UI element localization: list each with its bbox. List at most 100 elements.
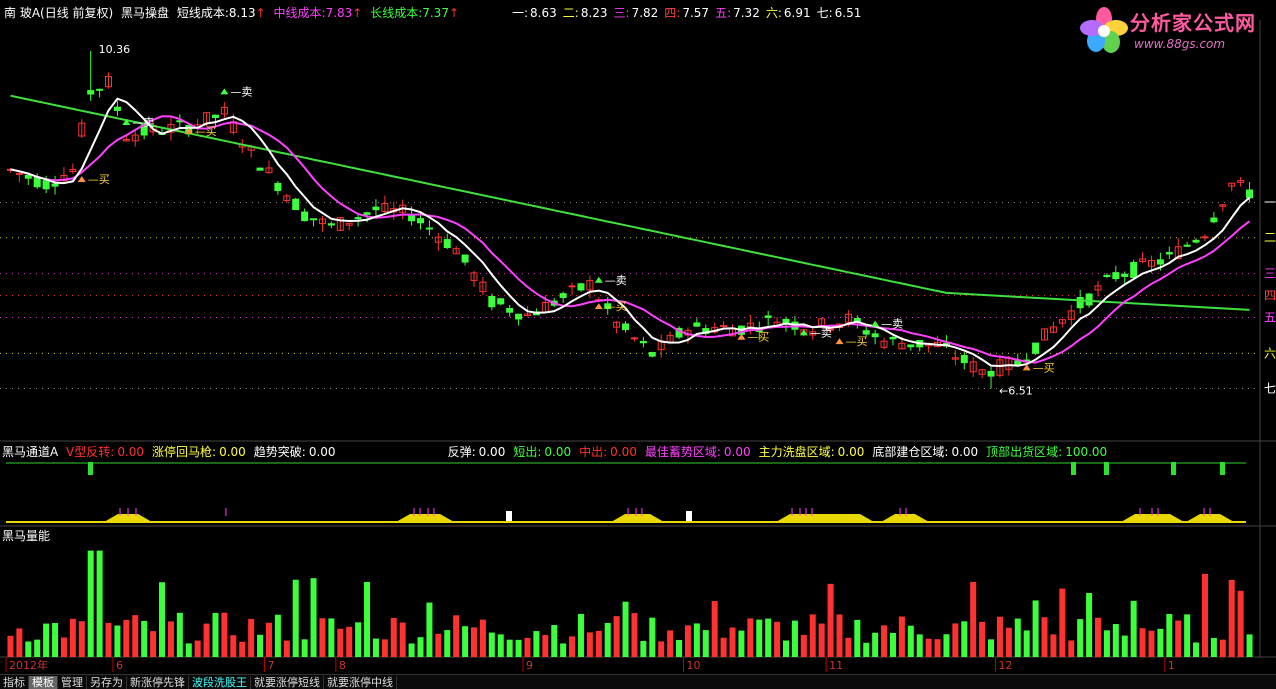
volume-bar (132, 615, 139, 657)
channel-stat-value: 0.00 (837, 445, 865, 459)
volume-bar (381, 639, 388, 657)
mid-cost-value: 7.83 (325, 6, 353, 20)
tab-0[interactable]: 指标 (0, 676, 29, 689)
down-candle (648, 352, 656, 357)
volume-bar (194, 640, 201, 657)
volume-bar (221, 612, 228, 657)
volume-bar (854, 619, 861, 657)
volume-bar (497, 634, 504, 657)
down-candle (889, 336, 897, 340)
level-label: 三 (1264, 267, 1276, 281)
signal-bar (1071, 462, 1076, 475)
channel-stat-9: 顶部出货区域: 100.00 (986, 445, 1111, 459)
level-key: 七: (816, 6, 833, 20)
x-tick-label: 9 (526, 659, 533, 672)
down-candle (425, 227, 433, 230)
buy-signal-label: —买 (747, 331, 769, 344)
volume-bar (43, 623, 50, 657)
down-candle (408, 214, 416, 222)
volume-bar (1041, 617, 1048, 657)
tab-2[interactable]: 管理 (58, 676, 87, 689)
channel-stat-2: 趋势突破: 0.00 (254, 445, 340, 459)
volume-bar (791, 620, 798, 657)
volume-bar (399, 622, 406, 657)
mid-cost-label: 中线成本: (273, 6, 326, 20)
volume-panel-header: 黑马量能 (2, 528, 54, 544)
volume-bar (996, 616, 1003, 657)
volume-bar (16, 628, 23, 657)
volume-bar (283, 640, 290, 657)
down-candle (1183, 244, 1191, 247)
volume-bar (872, 632, 879, 657)
volume-bar (479, 619, 486, 657)
level-value: 6.91 (783, 6, 811, 20)
x-tick-label: 11 (829, 659, 843, 672)
volume-bar (150, 631, 157, 657)
volume-bar (925, 638, 932, 657)
channel-stat-8: 底部建仓区域: 0.00 (872, 445, 982, 459)
down-candle (417, 218, 425, 224)
down-candle (51, 183, 59, 187)
signal-bar (1171, 462, 1176, 475)
channel-stat-value: 0.00 (544, 445, 572, 459)
volume-bar (52, 623, 59, 657)
volume-bar (515, 639, 522, 657)
tab-3[interactable]: 另存为 (87, 676, 127, 689)
volume-bar (274, 614, 281, 657)
volume-bar (346, 626, 353, 657)
price-annotation: 10.36 (99, 43, 131, 56)
volume-bar (765, 618, 772, 657)
volume-bar (34, 639, 41, 657)
down-candle (1085, 293, 1093, 306)
volume-bar (952, 623, 959, 657)
volume-bar (595, 630, 602, 657)
volume-bar (640, 640, 647, 657)
buy-arrow-icon (77, 175, 86, 182)
long-cost-value: 7.37 (422, 6, 449, 20)
down-candle (310, 218, 318, 221)
up-candle (15, 172, 23, 175)
volume-bar (667, 630, 674, 657)
volume-bar (604, 622, 611, 657)
tab-1[interactable]: 模板 (29, 676, 58, 689)
mid-cost-line (10, 115, 1251, 364)
level-label: 五 (1264, 310, 1276, 324)
tab-4[interactable]: 新涨停先锋 (127, 676, 189, 689)
volume-bar (408, 643, 415, 657)
signal-bar (88, 462, 93, 475)
x-tick-label: 7 (268, 659, 275, 672)
volume-bar (506, 639, 513, 657)
logo-title: 分析家公式网 (1130, 11, 1256, 35)
volume-bar (141, 620, 148, 657)
template-tab-bar: 指标 模板 管理 另存为 新涨停先锋 波段洗股王 就要涨停短线 就要涨停中线 (0, 674, 1276, 689)
down-candle (42, 180, 50, 190)
down-candle (461, 254, 469, 263)
level-value: 8.63 (530, 6, 557, 20)
signal-bar (1104, 462, 1109, 475)
volume-bar (684, 625, 691, 657)
volume-bar (622, 601, 629, 657)
level-label: 二 (1264, 231, 1276, 245)
down-candle (1076, 297, 1084, 309)
down-candle (1103, 274, 1111, 277)
long-cost-label: 长线成本: (370, 6, 423, 20)
volume-bar (756, 619, 763, 657)
level-key: 一: (512, 6, 529, 20)
volume-bar (1121, 635, 1128, 657)
volume-bar (631, 613, 638, 657)
down-candle (1014, 360, 1022, 366)
volume-bar (488, 632, 495, 657)
tab-6[interactable]: 就要涨停短线 (251, 676, 324, 689)
down-candle (559, 293, 567, 298)
volume-bar (845, 637, 852, 657)
tab-7[interactable]: 就要涨停中线 (324, 676, 397, 689)
channel-stat-value: 0.00 (308, 445, 336, 459)
level-label: 七 (1264, 381, 1276, 395)
down-candle (577, 283, 585, 291)
tab-5[interactable]: 波段洗股王 (189, 676, 251, 689)
buy-signal-label: —买 (845, 335, 867, 348)
volume-bar (1095, 617, 1101, 657)
level-label: 六 (1264, 346, 1276, 360)
short-cost-line (10, 97, 1251, 368)
volume-bar (542, 635, 549, 657)
